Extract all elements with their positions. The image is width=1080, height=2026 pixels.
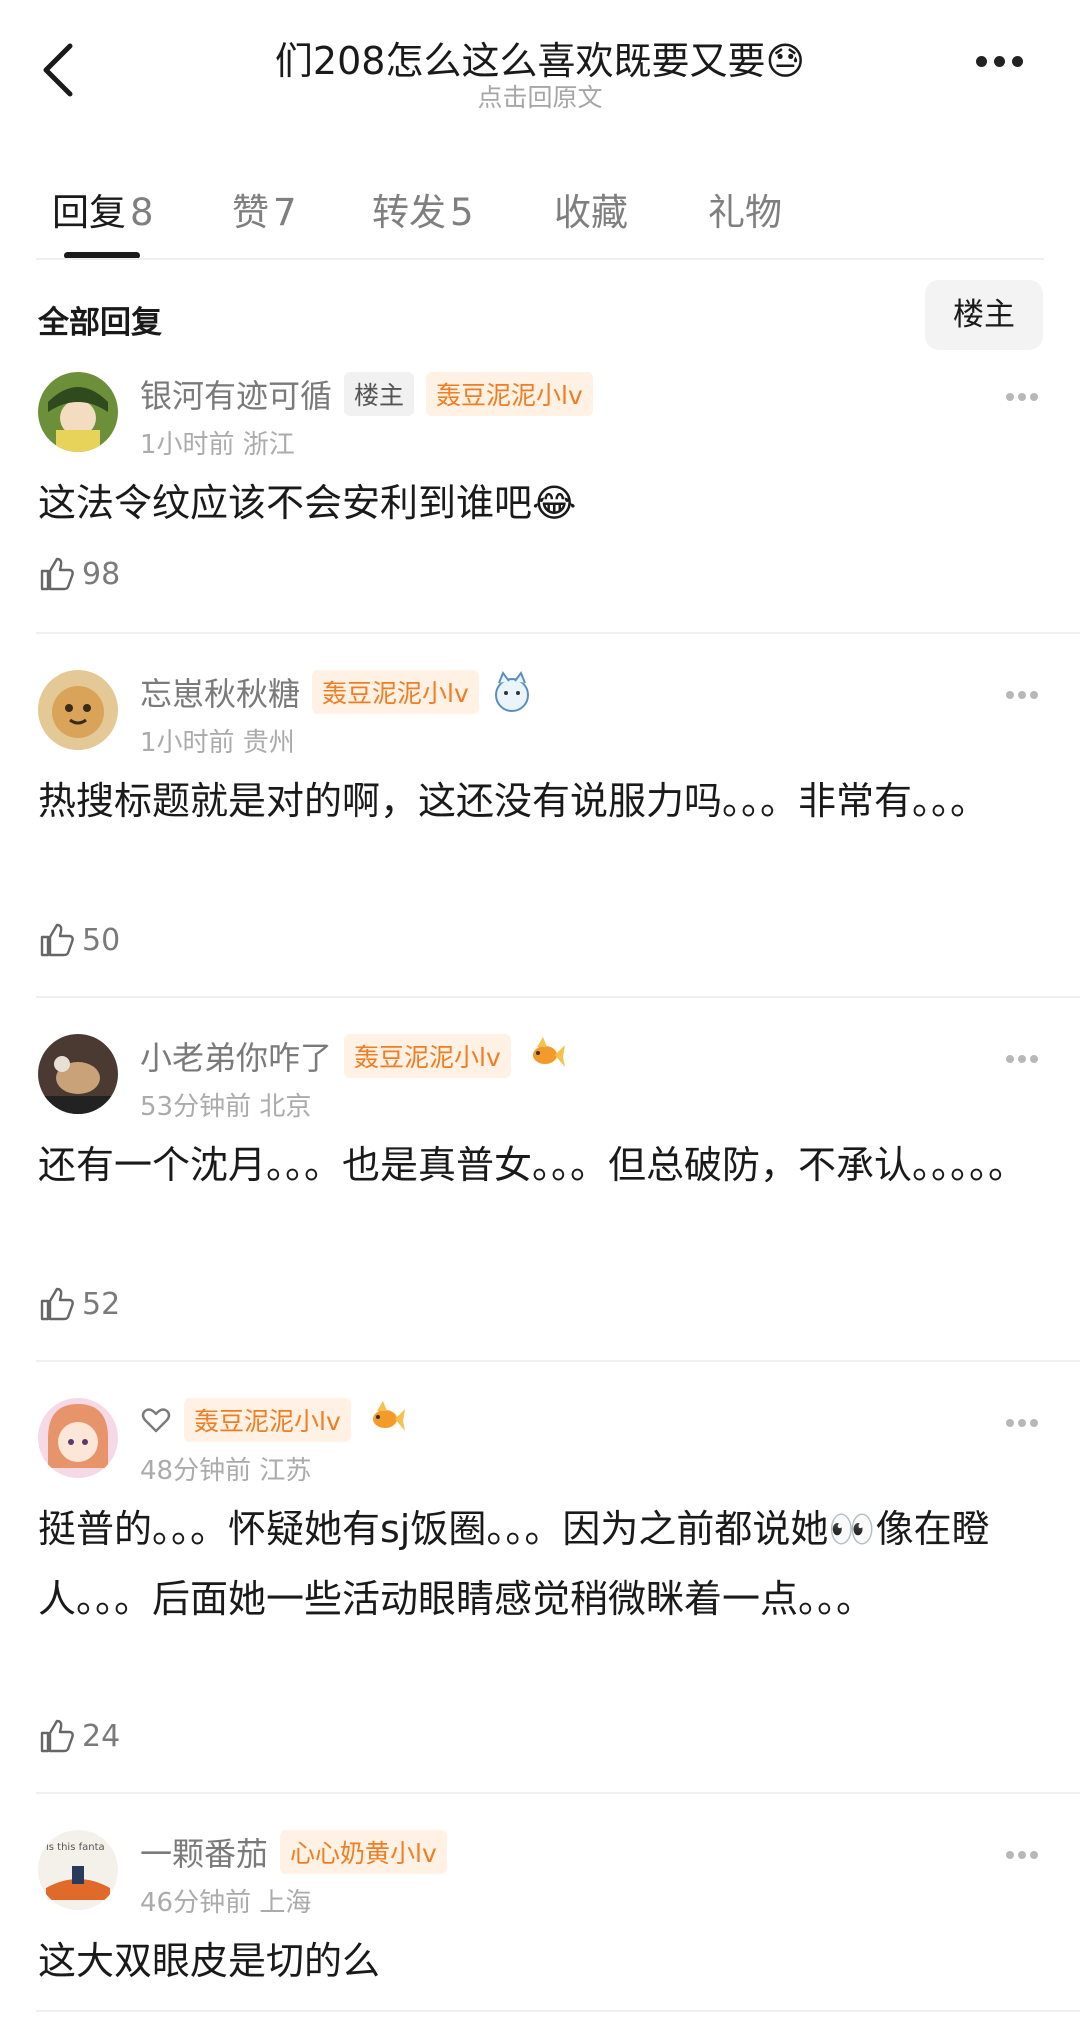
comment-divider <box>36 1360 1080 1362</box>
fan-level-badge[interactable]: 轰豆泥泥小lv <box>344 1034 511 1078</box>
comment-text: 这大双眼皮是切的么 <box>38 1939 381 1983</box>
comment-meta: 53分钟前 北京 <box>140 1092 312 1122</box>
avatar[interactable] <box>38 1398 118 1478</box>
tab-likes[interactable]: 赞7 <box>232 182 297 236</box>
comment-text: 这法令纹应该不会安利到谁吧😂 <box>38 481 577 525</box>
goldfish-medal-icon <box>372 1401 405 1431</box>
tab-replies[interactable]: 回复 8 <box>52 182 154 236</box>
comment-divider <box>36 2010 1080 2012</box>
section-title: 全部回复 <box>38 305 162 341</box>
like-count: 98 <box>82 556 121 592</box>
more-options-icon[interactable] <box>976 52 1032 72</box>
page-title: 们208怎么这么喜欢既要又要😓 <box>274 39 806 83</box>
heart-icon[interactable] <box>140 1404 172 1436</box>
comment-more-icon[interactable] <box>1006 1412 1046 1427</box>
user-row: 银河有迹可循 楼主 轰豆泥泥小lv <box>140 372 593 416</box>
comment-divider <box>36 632 1080 634</box>
like-count: 52 <box>82 1286 121 1322</box>
tabs-divider <box>36 258 1044 260</box>
user-row: 忘崽秋秋糖 轰豆泥泥小lv <box>140 670 535 714</box>
cat-medal-icon <box>494 670 529 712</box>
comment-meta: 1小时前 浙江 <box>140 430 295 460</box>
user-row: 轰豆泥泥小lv <box>140 1398 407 1442</box>
username[interactable]: 忘崽秋秋糖 <box>140 669 300 715</box>
avatar[interactable] <box>38 372 118 452</box>
comment-meta: 1小时前 贵州 <box>140 728 295 758</box>
like-button[interactable]: 24 <box>38 1716 120 1756</box>
owner-filter-button[interactable]: 楼主 <box>925 280 1043 350</box>
owner-badge: 楼主 <box>344 372 415 416</box>
thumbs-up-icon <box>40 1287 74 1321</box>
user-row: 小老弟你咋了 轰豆泥泥小lv <box>140 1034 567 1078</box>
comment-more-icon[interactable] <box>1006 386 1046 401</box>
comment-more-icon[interactable] <box>1006 1048 1046 1063</box>
like-count: 50 <box>82 922 121 958</box>
thumbs-up-icon <box>40 1719 74 1753</box>
comment-text: 还有一个沈月。。。也是真普女。。。但总破防，不承认。。。。。 <box>38 1143 1027 1187</box>
avatar[interactable] <box>38 1034 118 1114</box>
fan-level-badge[interactable]: 心心奶黄小lv <box>280 1830 447 1874</box>
like-count: 24 <box>82 1718 121 1754</box>
back-arrow-icon[interactable] <box>34 38 86 102</box>
username[interactable]: 银河有迹可循 <box>140 371 332 417</box>
comment-more-icon[interactable] <box>1006 1844 1046 1859</box>
goldfish-medal-icon <box>532 1037 565 1067</box>
tab-reposts[interactable]: 转发 5 <box>372 182 474 236</box>
like-button[interactable]: 98 <box>38 554 120 594</box>
avatar[interactable]: is this fanta <box>38 1830 118 1910</box>
comment-text: 挺普的。。。怀疑她有sj饭圈。。。因为之前都说她👀像在瞪人。。。后面她一些活动眼… <box>38 1507 990 1621</box>
comment-meta: 48分钟前 江苏 <box>140 1456 312 1486</box>
tab-favorites[interactable]: 收藏 <box>554 182 628 236</box>
avatar[interactable] <box>38 670 118 750</box>
fan-level-badge[interactable]: 轰豆泥泥小lv <box>426 372 593 416</box>
like-button[interactable]: 50 <box>38 920 120 960</box>
thumbs-up-icon <box>40 923 74 957</box>
view-original-link[interactable]: 点击回原文 <box>150 78 930 114</box>
comment-meta: 46分钟前 上海 <box>140 1888 312 1918</box>
like-button[interactable]: 52 <box>38 1284 120 1324</box>
fan-level-badge[interactable]: 轰豆泥泥小lv <box>312 670 479 714</box>
comment-more-icon[interactable] <box>1006 684 1046 699</box>
fan-level-badge[interactable]: 轰豆泥泥小lv <box>184 1398 351 1442</box>
thumbs-up-icon <box>40 557 74 591</box>
comment-divider <box>36 1792 1080 1794</box>
user-row: 一颗番茄 心心奶黄小lv <box>140 1830 447 1874</box>
comment-divider <box>36 996 1080 998</box>
svg-text:is this fanta: is this fanta <box>46 1842 105 1853</box>
username[interactable]: 一颗番茄 <box>140 1829 268 1875</box>
comment-text: 热搜标题就是对的啊，这还没有说服力吗。。。非常有。。。 <box>38 779 989 823</box>
username[interactable]: 小老弟你咋了 <box>140 1033 332 1079</box>
tab-gifts[interactable]: 礼物 <box>708 182 782 236</box>
